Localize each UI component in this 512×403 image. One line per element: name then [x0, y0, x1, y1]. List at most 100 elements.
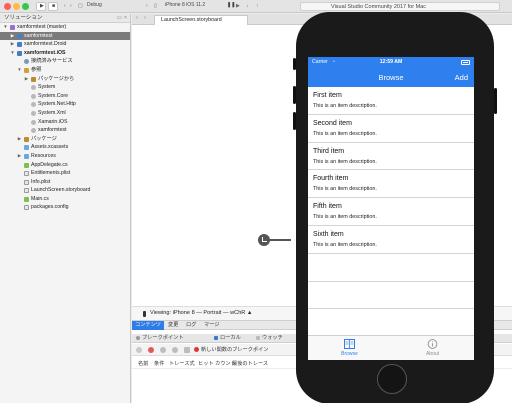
tab-about[interactable]: About: [391, 336, 474, 360]
item-title: Fourth item: [313, 175, 349, 183]
breakpoint-properties-icon[interactable]: [172, 347, 178, 353]
column-trace-expression[interactable]: トレース式: [169, 360, 195, 367]
solution-tree-item-label: xamformtest: [38, 127, 67, 134]
solution-tree-item[interactable]: System.Net.Http: [0, 100, 130, 109]
pad-minimize-icon[interactable]: ▭: [117, 14, 122, 23]
solution-tree-item[interactable]: ▼ xamformtest.iOS: [0, 49, 130, 58]
tab-content[interactable]: コンテンツ: [132, 321, 164, 330]
solution-tree-item-label: Xamarin.iOS: [38, 118, 68, 125]
home-button[interactable]: [377, 364, 407, 394]
item-description: This is an item description.: [313, 241, 377, 248]
device-selector[interactable]: iPhone 8 iOS 11.2: [162, 2, 218, 11]
column-condition[interactable]: 条件: [154, 360, 164, 367]
tab-forward-icon[interactable]: ›: [144, 15, 146, 21]
tab-locals[interactable]: ローカル: [214, 334, 241, 343]
solution-tree-item[interactable]: ▼ xamformtest (master): [0, 23, 130, 32]
empty-row: [308, 282, 474, 310]
tab-launchscreen-storyboard[interactable]: LaunchScreen.storyboard: [154, 15, 248, 25]
tab-changes[interactable]: 変更: [165, 321, 181, 330]
solution-tree-item[interactable]: Info.plist: [0, 178, 130, 187]
solution-pad-header: ソリューション ▭ ×: [0, 14, 130, 23]
chevron-right-icon[interactable]: ▶: [24, 75, 29, 84]
tab-breakpoints[interactable]: ブレークポイント: [136, 334, 184, 343]
play-icon: ▶: [40, 3, 44, 9]
file-icon: [24, 188, 29, 194]
pkg-icon: [24, 136, 29, 142]
phone-icon: [143, 311, 146, 317]
solution-tree-item[interactable]: 接続済みサービス: [0, 57, 130, 66]
ref-icon: [24, 67, 29, 73]
chevron-up-icon[interactable]: ▲: [247, 310, 253, 316]
remove-breakpoint-icon[interactable]: [148, 347, 154, 353]
item-description: This is an item description.: [313, 130, 377, 137]
add-item-button[interactable]: Add: [455, 73, 468, 82]
solution-tree-item-label: Main.cs: [31, 195, 49, 202]
chevron-down-icon[interactable]: ▼: [10, 49, 15, 58]
solution-tree-item[interactable]: Entitlements.plist: [0, 169, 130, 178]
solution-tree-item-label: Entitlements.plist: [31, 170, 71, 177]
solution-tree-item[interactable]: AppDelegate.cs: [0, 161, 130, 170]
new-function-breakpoint-button[interactable]: 新しい関数のブレークポイン: [194, 346, 268, 354]
run-to-cursor-icon[interactable]: [184, 347, 190, 353]
solution-tree-item[interactable]: System.Xml: [0, 109, 130, 118]
column-last-trace[interactable]: 最後のトレース: [232, 360, 268, 367]
chevron-down-icon[interactable]: ▼: [17, 66, 22, 75]
solution-tree-item[interactable]: System.Core: [0, 92, 130, 101]
solution-tree-item[interactable]: xamformtest: [0, 126, 130, 135]
chevron-right-icon[interactable]: ▶: [10, 40, 15, 49]
browse-icon: [344, 339, 355, 349]
column-hit-count[interactable]: ヒット カウント: [198, 360, 236, 367]
stop-button[interactable]: ■: [48, 2, 58, 11]
chevron-right-icon[interactable]: ▶: [17, 135, 22, 144]
tab-log[interactable]: ログ: [183, 321, 199, 330]
battery-icon: [461, 60, 470, 65]
minimize-window-button[interactable]: [13, 3, 20, 10]
list-item[interactable]: Third item This is an item description.: [308, 143, 474, 171]
solution-tree-item-label: System.Xml: [38, 109, 66, 116]
solution-tree-item[interactable]: ▼ 参照: [0, 66, 130, 75]
step-out-icon[interactable]: ↑: [256, 3, 259, 9]
list-item[interactable]: First item This is an item description.: [308, 87, 474, 115]
solution-tree-item-label: xamformtest.iOS: [24, 49, 66, 56]
solution-tree-item[interactable]: packages.config: [0, 203, 130, 212]
solution-tree-item[interactable]: Xamarin.iOS: [0, 118, 130, 127]
tab-back-icon[interactable]: ‹: [136, 15, 138, 21]
list-item[interactable]: Fifth item This is an item description.: [308, 198, 474, 226]
solution-tree-item[interactable]: System: [0, 83, 130, 92]
close-window-button[interactable]: [4, 3, 11, 10]
cs-icon: [24, 196, 29, 202]
step-into-icon[interactable]: ↓: [246, 3, 249, 9]
item-description: This is an item description.: [313, 103, 377, 109]
list-item[interactable]: Second item This is an item description.: [308, 115, 474, 143]
enable-breakpoint-icon[interactable]: [136, 347, 142, 353]
zoom-window-button[interactable]: [22, 3, 29, 10]
chevron-down-icon[interactable]: ▼: [3, 23, 8, 32]
pause-button[interactable]: ❚❚: [224, 2, 235, 11]
step-over-icon[interactable]: ▶: [236, 3, 240, 9]
solution-tree-item[interactable]: ▶ Resources: [0, 152, 130, 161]
tab-browse[interactable]: Browse: [308, 336, 391, 360]
list-item[interactable]: Sixth item This is an item description.: [308, 226, 474, 254]
column-name[interactable]: 名前: [138, 360, 148, 367]
tab-merge[interactable]: マージ: [201, 321, 222, 330]
info-icon: [427, 339, 438, 349]
solution-tree-item[interactable]: ▶ xamformtest.Droid: [0, 40, 130, 49]
solution-tree-item[interactable]: Main.cs: [0, 195, 130, 204]
list-item[interactable]: Fourth item This is an item description.: [308, 170, 474, 199]
solution-tree-item[interactable]: ▶ パッケージから: [0, 75, 130, 84]
chevron-right-icon[interactable]: ▶: [17, 152, 22, 161]
empty-row: [308, 254, 474, 282]
configuration-selector[interactable]: Debug: [84, 2, 144, 11]
chevron-icon: ›: [146, 3, 148, 9]
solution-tree-item[interactable]: ▶ xamformtest: [0, 31, 130, 41]
tab-watch[interactable]: ウォッチ: [256, 334, 283, 343]
solution-tree-item[interactable]: ▶ パッケージ: [0, 135, 130, 144]
run-button[interactable]: ▶: [36, 2, 46, 11]
asm-icon: [31, 85, 36, 91]
disable-breakpoints-icon[interactable]: [160, 347, 166, 353]
chevron-right-icon[interactable]: ▶: [10, 32, 15, 41]
simulator-screen[interactable]: Carrier ◔ 12:59 AM Browse Add First item…: [308, 57, 474, 360]
solution-tree-item[interactable]: Assets.xcassets: [0, 143, 130, 152]
pad-close-icon[interactable]: ×: [124, 14, 127, 23]
solution-tree-item[interactable]: LaunchScreen.storyboard: [0, 186, 130, 195]
